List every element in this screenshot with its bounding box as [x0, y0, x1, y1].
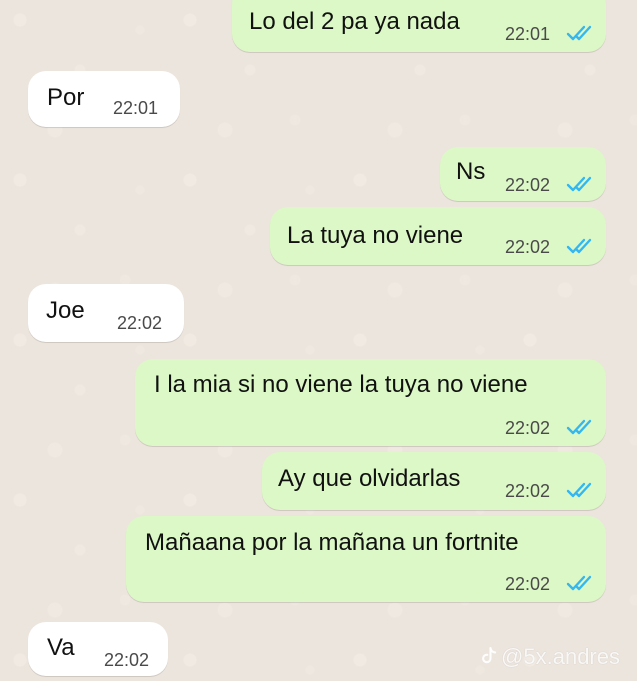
message-time: 22:01: [505, 24, 551, 44]
message-bubble-outgoing[interactable]: La tuya no viene 22:02: [270, 207, 606, 265]
message-text: Mañaana por la mañana un fortnite: [145, 529, 519, 556]
message-bubble-outgoing[interactable]: Mañaana por la mañana un fortnite 22:02: [126, 516, 606, 602]
message-bubble-incoming[interactable]: Por 22:01: [28, 71, 180, 127]
message-time: 22:02: [117, 313, 163, 333]
message-text: I la mia si no viene la tuya no viene: [154, 371, 528, 398]
double-check-read-icon: [566, 574, 596, 592]
message-text: La tuya no viene: [287, 222, 464, 249]
message-text: Por: [47, 84, 85, 111]
message-time: 22:02: [505, 175, 551, 195]
message-bubble-outgoing[interactable]: I la mia si no viene la tuya no viene 22…: [135, 359, 606, 446]
message-time: 22:02: [505, 418, 551, 438]
message-time: 22:02: [505, 574, 551, 594]
double-check-read-icon: [566, 24, 596, 42]
message-text: Lo del 2 pa ya nada: [249, 8, 460, 35]
message-time: 22:01: [113, 98, 159, 118]
double-check-read-icon: [566, 481, 596, 499]
message-text: Va: [47, 634, 75, 661]
message-time: 22:02: [505, 481, 551, 501]
message-time: 22:02: [104, 650, 150, 670]
watermark-text: @5x.andres: [501, 644, 620, 669]
message-text: Joe: [46, 297, 85, 324]
message-time: 22:02: [505, 237, 551, 257]
tiktok-watermark: @5x.andres: [480, 645, 620, 669]
double-check-read-icon: [566, 175, 596, 193]
message-bubble-incoming[interactable]: Va 22:02: [28, 622, 168, 676]
message-bubble-incoming[interactable]: Joe 22:02: [28, 284, 184, 342]
message-bubble-outgoing[interactable]: Lo del 2 pa ya nada 22:01: [232, 0, 606, 52]
message-bubble-outgoing[interactable]: Ns 22:02: [440, 147, 606, 201]
message-text: Ns: [456, 158, 486, 185]
chat-message-list: Lo del 2 pa ya nada 22:01 Por 22:01 Ns 2…: [0, 0, 637, 681]
message-bubble-outgoing[interactable]: Ay que olvidarlas 22:02: [262, 452, 606, 510]
double-check-read-icon: [566, 418, 596, 436]
message-text: Ay que olvidarlas: [278, 465, 461, 492]
double-check-read-icon: [566, 237, 596, 255]
tiktok-icon: [480, 647, 497, 667]
